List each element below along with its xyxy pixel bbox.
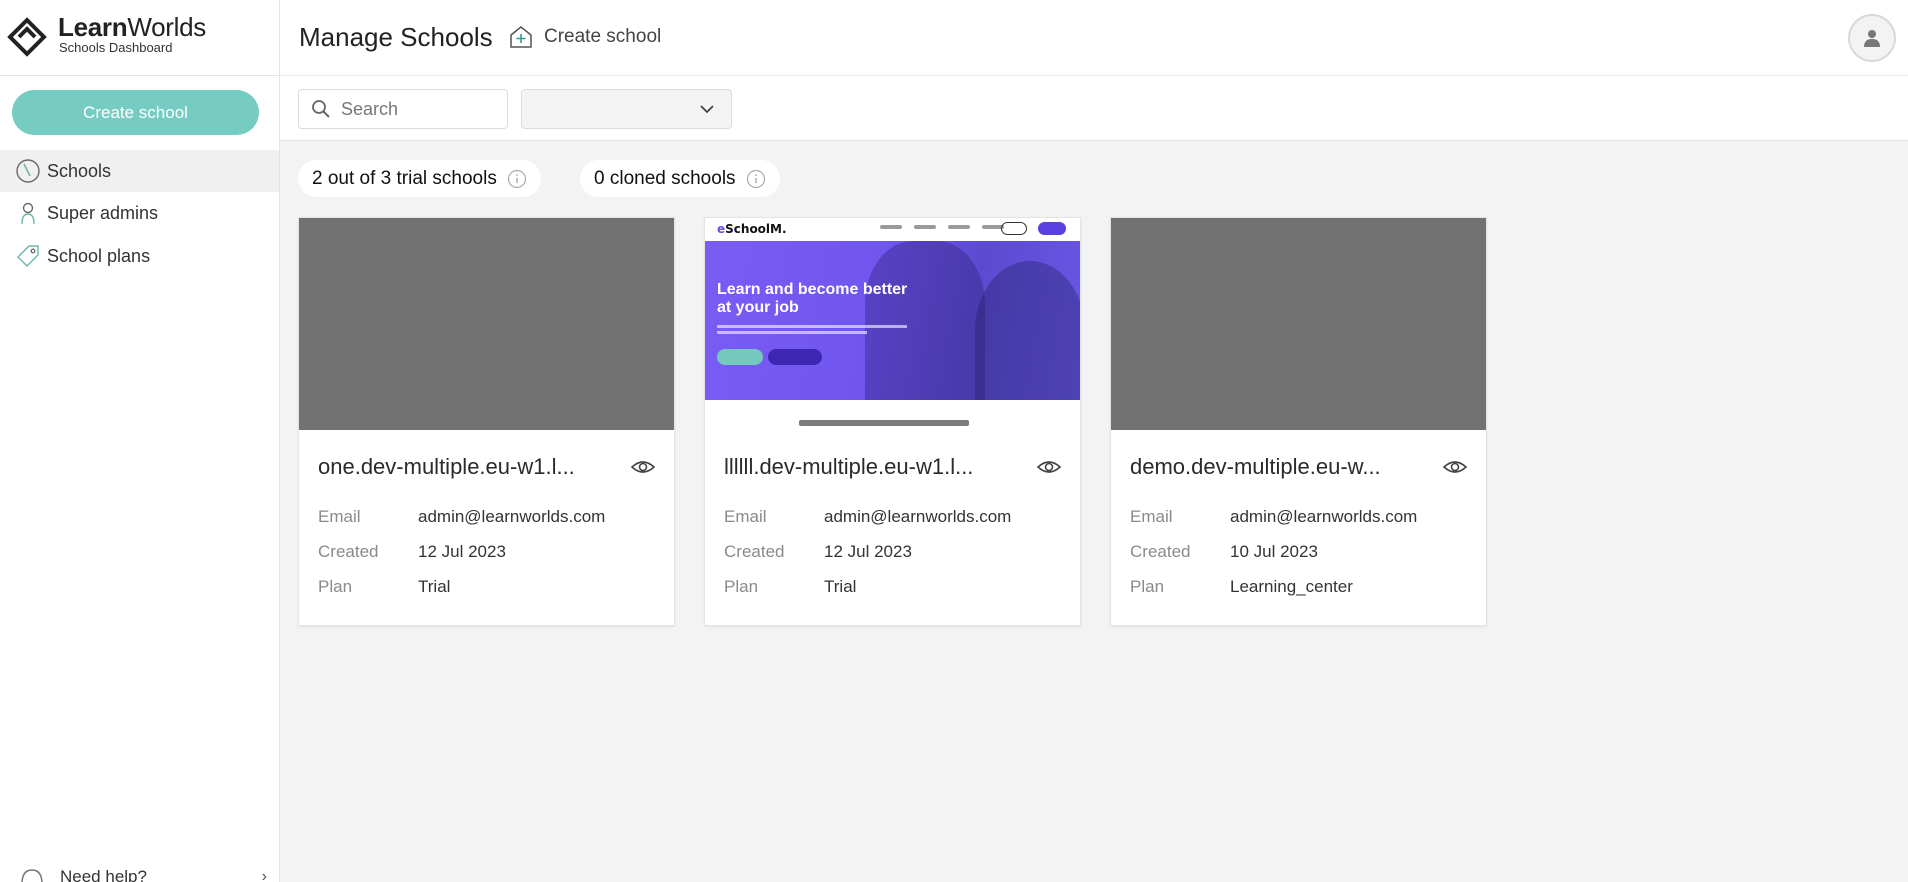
cloned-schools-badge: 0 cloned schools [580,160,780,197]
email-row: Email admin@learnworlds.com [1130,507,1418,526]
sidebar: LearnWorlds Schools Dashboard Create sch… [0,0,280,882]
school-thumbnail [1111,218,1486,430]
plan-row: Plan Trial [318,577,451,596]
created-row: Created 12 Jul 2023 [724,542,912,561]
preview-section-heading [799,420,969,426]
user-avatar[interactable] [1848,14,1896,62]
created-row: Created 10 Jul 2023 [1130,542,1318,561]
tag-icon [14,242,42,270]
header-create-label: Create school [544,26,662,47]
eye-icon[interactable] [1036,456,1062,478]
eye-icon[interactable] [630,456,656,478]
cloned-schools-text: 0 cloned schools [594,167,736,189]
school-thumbnail [299,218,674,430]
preview-signup-button [1038,222,1066,235]
page-title: Manage Schools [299,22,493,52]
sidebar-item-super-admins[interactable]: Super admins [0,192,279,234]
school-card[interactable]: demo.dev-multiple.eu-w... Email admin@lea… [1110,217,1487,626]
brand-name: LearnWorlds [58,12,206,42]
preview-signin-button [1001,222,1027,235]
search-input[interactable] [341,98,491,120]
plan-row: Plan Learning_center [1130,577,1353,596]
chevron-down-icon [700,105,714,114]
preview-hero: Learn and become better at your job [705,241,1080,400]
sidebar-create-school-button[interactable]: Create school [12,90,259,135]
search-box[interactable] [298,89,508,129]
preview-logo: eSchoolM. [717,222,787,236]
email-row: Email admin@learnworlds.com [724,507,1012,526]
school-title[interactable]: llllll.dev-multiple.eu-w1.l... [724,454,1014,480]
need-help-link[interactable]: Need help? › [0,862,279,882]
trial-schools-text: 2 out of 3 trial schools [312,167,497,189]
preview-cta-secondary [768,349,822,365]
sidebar-item-label: School plans [47,245,151,266]
user-icon [1864,30,1880,47]
email-row: Email admin@learnworlds.com [318,507,606,526]
brand[interactable]: LearnWorlds Schools Dashboard [0,0,279,76]
filter-select[interactable] [521,89,732,129]
preview-navbar: eSchoolM. [705,218,1080,241]
school-thumbnail: eSchoolM. Learn and become better at you… [705,218,1080,430]
plan-row: Plan Trial [724,577,857,596]
chevron-right-icon: › [261,868,267,882]
preview-headline: Learn and become better at your job [717,281,908,316]
school-card[interactable]: eSchoolM. Learn and become better at you… [704,217,1081,626]
created-row: Created 12 Jul 2023 [318,542,506,561]
school-title[interactable]: demo.dev-multiple.eu-w... [1130,454,1420,480]
need-help-label: Need help? [60,867,147,882]
preview-cta-primary [717,349,763,365]
learnworlds-logo-icon [7,17,47,57]
eye-icon[interactable] [1442,456,1468,478]
schools-icon [14,157,42,185]
trial-schools-badge: 2 out of 3 trial schools [298,160,541,197]
preview-nav-links [880,225,1004,229]
school-title[interactable]: one.dev-multiple.eu-w1.l... [318,454,608,480]
sidebar-item-label: Schools [47,160,112,181]
top-header: Manage Schools Create school [280,0,1908,76]
search-icon [312,100,330,118]
school-add-icon [510,26,532,48]
header-create-school-button[interactable]: Create school [508,24,661,50]
brand-subtitle: Schools Dashboard [59,40,173,55]
filter-bar [280,76,1908,141]
info-icon[interactable] [507,169,527,189]
headset-icon [21,869,43,882]
sidebar-item-school-plans[interactable]: School plans [0,235,279,277]
super-admin-icon [14,199,42,227]
school-card[interactable]: one.dev-multiple.eu-w1.l... Email admin@l… [298,217,675,626]
sidebar-item-label: Super admins [47,202,159,223]
sidebar-item-schools[interactable]: Schools [0,150,279,192]
info-icon[interactable] [746,169,766,189]
